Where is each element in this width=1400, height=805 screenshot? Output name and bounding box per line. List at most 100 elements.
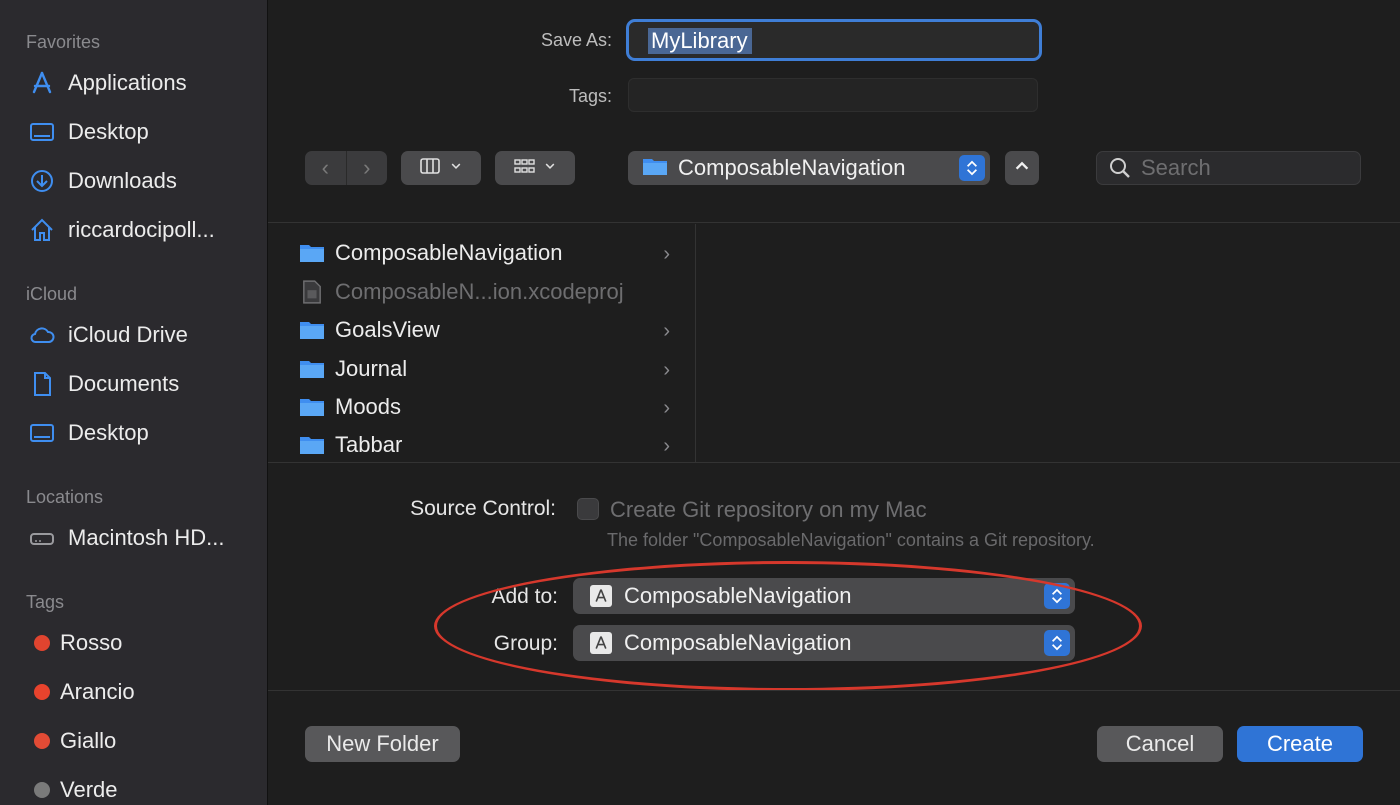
- toolbar-divider: [268, 222, 1400, 223]
- column-divider: [695, 224, 696, 462]
- folder-icon: [298, 240, 326, 266]
- xcode-project-icon: [590, 585, 612, 607]
- sidebar-item-tag-verde[interactable]: Verde: [26, 773, 262, 805]
- folder-icon: [298, 394, 326, 420]
- view-mode-button[interactable]: [401, 151, 481, 185]
- back-button[interactable]: ‹: [305, 151, 347, 185]
- cloud-icon: [26, 321, 58, 349]
- sidebar-item-label: Applications: [68, 70, 187, 95]
- sidebar-item-label: iCloud Drive: [68, 322, 188, 347]
- sidebar-item-tag-rosso[interactable]: Rosso: [26, 626, 262, 660]
- path-popup-label: ComposableNavigation: [678, 155, 906, 180]
- create-button[interactable]: Create: [1237, 726, 1363, 762]
- xcode-project-icon: [590, 632, 612, 654]
- add-to-label: Add to:: [491, 585, 558, 608]
- tag-dot-icon: [34, 782, 50, 798]
- folder-icon: [298, 317, 326, 343]
- file-name: Tabbar: [335, 432, 403, 457]
- list-item-composablenavigation[interactable]: ComposableNavigation ›: [298, 236, 670, 270]
- new-folder-button[interactable]: New Folder: [305, 726, 460, 762]
- tag-dot-icon: [34, 733, 50, 749]
- tags-label: Tags:: [568, 86, 612, 106]
- cancel-button[interactable]: Cancel: [1097, 726, 1223, 762]
- updown-chevron-icon: [1044, 583, 1070, 609]
- sidebar-item-label: riccardocipoll...: [68, 217, 215, 242]
- grid-icon: [513, 155, 535, 182]
- desktop-icon: [26, 419, 58, 447]
- chevron-right-icon: ›: [663, 397, 670, 419]
- list-item-tabbar[interactable]: Tabbar ›: [298, 428, 670, 462]
- updown-chevron-icon: [959, 155, 985, 181]
- sidebar-item-tag-arancio[interactable]: Arancio: [26, 675, 262, 709]
- sidebar-item-label: Desktop: [68, 119, 149, 144]
- sidebar-item-desktop[interactable]: Desktop: [26, 115, 262, 149]
- file-name: Moods: [335, 394, 402, 419]
- tags-header: Tags: [26, 592, 65, 612]
- sidebar-item-label: Giallo: [60, 728, 117, 753]
- sidebar-item-downloads[interactable]: Downloads: [26, 164, 262, 198]
- downloads-icon: [26, 167, 58, 195]
- applications-icon: [26, 69, 58, 97]
- sidebar-item-icloud-drive[interactable]: iCloud Drive: [26, 318, 262, 352]
- sidebar-item-macintosh-hd[interactable]: Macintosh HD...: [26, 521, 262, 555]
- list-item-goalsview[interactable]: GoalsView ›: [298, 313, 670, 347]
- sidebar-item-documents[interactable]: Documents: [26, 367, 262, 401]
- add-to-popup[interactable]: ComposableNavigation: [573, 578, 1075, 614]
- save-as-value: MyLibrary: [648, 28, 752, 54]
- group-label: Group:: [493, 632, 558, 655]
- group-popup[interactable]: ComposableNavigation: [573, 625, 1075, 661]
- sidebar-item-label: Macintosh HD...: [68, 525, 225, 550]
- sidebar-item-tag-giallo[interactable]: Giallo: [26, 724, 262, 758]
- list-item-journal[interactable]: Journal ›: [298, 352, 670, 386]
- file-name: ComposableNavigation: [335, 240, 563, 265]
- nav-back-forward: ‹ ›: [305, 151, 387, 185]
- home-icon: [26, 216, 58, 244]
- file-name: Journal: [335, 356, 408, 381]
- sidebar-item-home[interactable]: riccardocipoll...: [26, 213, 262, 247]
- file-name: ComposableN...ion.xcodeproj: [335, 279, 624, 304]
- chevron-right-icon: ›: [663, 320, 670, 342]
- sidebar-item-applications[interactable]: Applications: [26, 66, 262, 100]
- forward-button[interactable]: ›: [346, 151, 387, 185]
- chevron-up-icon: [1013, 157, 1031, 180]
- tag-dot-icon: [34, 684, 50, 700]
- sidebar-item-label: Desktop: [68, 420, 149, 445]
- file-name: GoalsView: [335, 317, 440, 342]
- enclosing-folder-button[interactable]: [1005, 151, 1039, 185]
- source-control-label: Source Control:: [410, 497, 556, 520]
- tags-input[interactable]: [628, 78, 1038, 112]
- document-icon: [26, 370, 58, 398]
- sidebar-item-label: Downloads: [68, 168, 177, 193]
- tag-dot-icon: [34, 635, 50, 651]
- search-placeholder: Search: [1141, 155, 1211, 180]
- drive-icon: [26, 524, 58, 552]
- chevron-right-icon: ›: [663, 435, 670, 457]
- group-button[interactable]: [495, 151, 575, 185]
- sidebar-item-label: Verde: [60, 777, 118, 802]
- search-field[interactable]: Search: [1096, 151, 1361, 185]
- desktop-icon: [26, 118, 58, 146]
- group-value: ComposableNavigation: [624, 630, 852, 655]
- options-divider: [268, 690, 1400, 691]
- sidebar: Favorites Applications Desktop Downloads…: [0, 0, 268, 805]
- git-note: The folder "ComposableNavigation" contai…: [607, 530, 1095, 550]
- save-as-input[interactable]: MyLibrary: [626, 19, 1042, 61]
- git-checkbox-label: Create Git repository on my Mac: [610, 497, 927, 522]
- chevron-right-icon: ›: [363, 155, 371, 180]
- chevron-down-icon: [543, 159, 557, 178]
- folder-icon: [298, 432, 326, 458]
- locations-header: Locations: [26, 487, 104, 507]
- sidebar-item-label: Arancio: [60, 679, 135, 704]
- path-popup[interactable]: ComposableNavigation: [628, 151, 990, 185]
- save-as-label: Save As:: [540, 30, 612, 50]
- updown-chevron-icon: [1044, 630, 1070, 656]
- icloud-header: iCloud: [26, 284, 78, 304]
- list-item-xcodeproj: ComposableN...ion.xcodeproj: [298, 275, 670, 309]
- list-item-moods[interactable]: Moods ›: [298, 390, 670, 424]
- sidebar-item-icloud-desktop[interactable]: Desktop: [26, 416, 262, 450]
- search-icon: [1110, 158, 1130, 178]
- xcodeproj-icon: [298, 279, 326, 305]
- folder-icon: [298, 356, 326, 382]
- chevron-left-icon: ‹: [321, 155, 329, 180]
- git-repo-checkbox[interactable]: [577, 498, 599, 520]
